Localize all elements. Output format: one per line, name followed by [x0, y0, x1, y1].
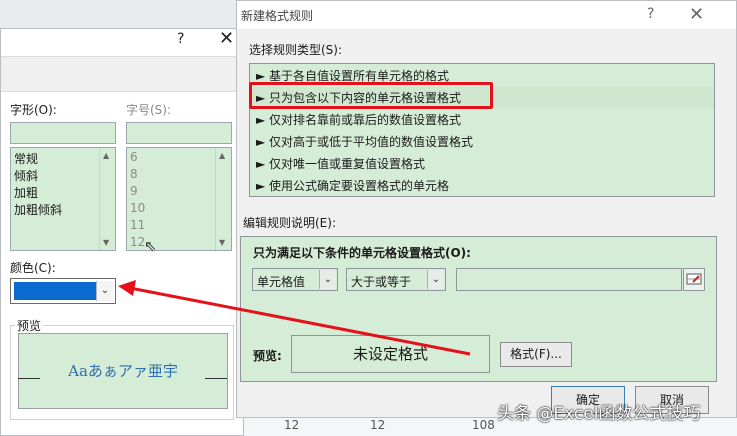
watermark: 头条 @Excel函数公式技巧 — [497, 404, 701, 424]
annotation-arrow — [118, 280, 471, 356]
